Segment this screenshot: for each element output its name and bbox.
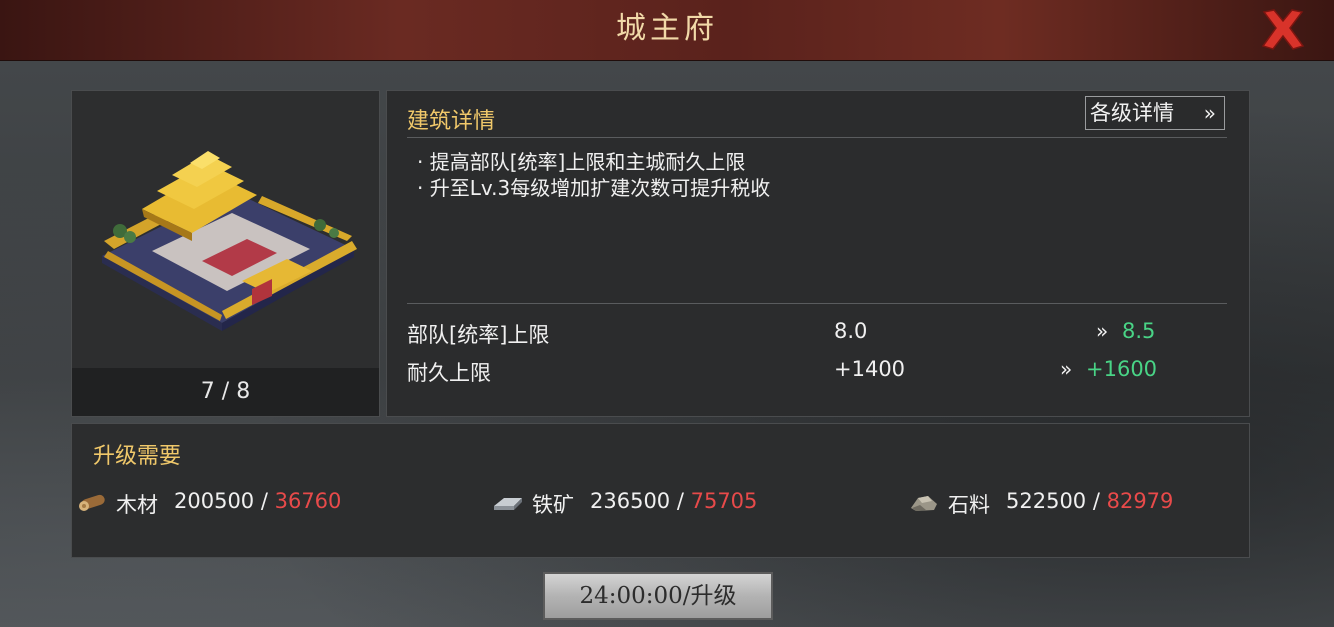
stat-current-command: 8.0 xyxy=(834,319,868,343)
stat-next-durability: +1600 xyxy=(1086,357,1158,381)
resource-required: 200500 / xyxy=(174,489,275,513)
building-level-progress: 7 / 8 xyxy=(72,368,379,416)
resource-required: 236500 / xyxy=(590,489,691,513)
divider xyxy=(407,303,1227,304)
resource-owned: 75705 xyxy=(690,489,758,513)
palace-building-image xyxy=(102,151,357,331)
description-line: · 升至Lv.3每级增加扩建次数可提升税收 xyxy=(417,176,771,200)
close-icon xyxy=(1261,9,1305,50)
close-button[interactable] xyxy=(1256,6,1310,54)
resource-name: 石料 xyxy=(948,493,990,517)
upgrade-button[interactable]: 24:00:00/升级 xyxy=(543,572,773,620)
stat-label-command: 部队[统率]上限 xyxy=(407,323,550,347)
building-image-panel: 7 / 8 xyxy=(71,90,380,417)
stone-icon xyxy=(911,496,937,511)
requirements-title: 升级需要 xyxy=(93,444,182,469)
resource-stone: 石料 522500 / 82979 xyxy=(908,488,1238,518)
resource-name: 木材 xyxy=(116,493,158,517)
stat-current-durability: +1400 xyxy=(834,357,906,381)
resource-wood: 木材 200500 / 36760 xyxy=(78,488,458,518)
resource-required: 522500 / xyxy=(1006,489,1107,513)
stat-label-durability: 耐久上限 xyxy=(407,361,491,385)
iron-ingot-icon xyxy=(494,498,522,510)
details-title: 建筑详情 xyxy=(407,109,496,134)
double-chevron-right-icon: » xyxy=(1060,357,1073,381)
header-bar: 城主府 xyxy=(0,0,1334,61)
level-details-button[interactable]: 各级详情 » xyxy=(1085,96,1225,130)
stat-next-command: 8.5 xyxy=(1122,319,1156,343)
level-details-label: 各级详情 xyxy=(1090,101,1174,125)
building-details-panel: 建筑详情 各级详情 » · 提高部队[统率]上限和主城耐久上限 · 升至Lv.3… xyxy=(386,90,1250,417)
resource-iron: 铁矿 236500 / 75705 xyxy=(492,488,872,518)
wood-log-icon xyxy=(79,494,105,511)
double-chevron-right-icon: » xyxy=(1203,101,1216,125)
double-chevron-right-icon: » xyxy=(1096,319,1109,343)
description-line: · 提高部队[统率]上限和主城耐久上限 xyxy=(417,150,746,174)
upgrade-requirements-panel: 升级需要 木材 200500 / 36760 铁矿 236500 / 75705… xyxy=(71,423,1250,558)
page-title: 城主府 xyxy=(616,11,718,46)
divider xyxy=(407,137,1227,138)
resource-owned: 82979 xyxy=(1106,489,1174,513)
resource-owned: 36760 xyxy=(274,489,342,513)
resource-name: 铁矿 xyxy=(532,493,574,517)
